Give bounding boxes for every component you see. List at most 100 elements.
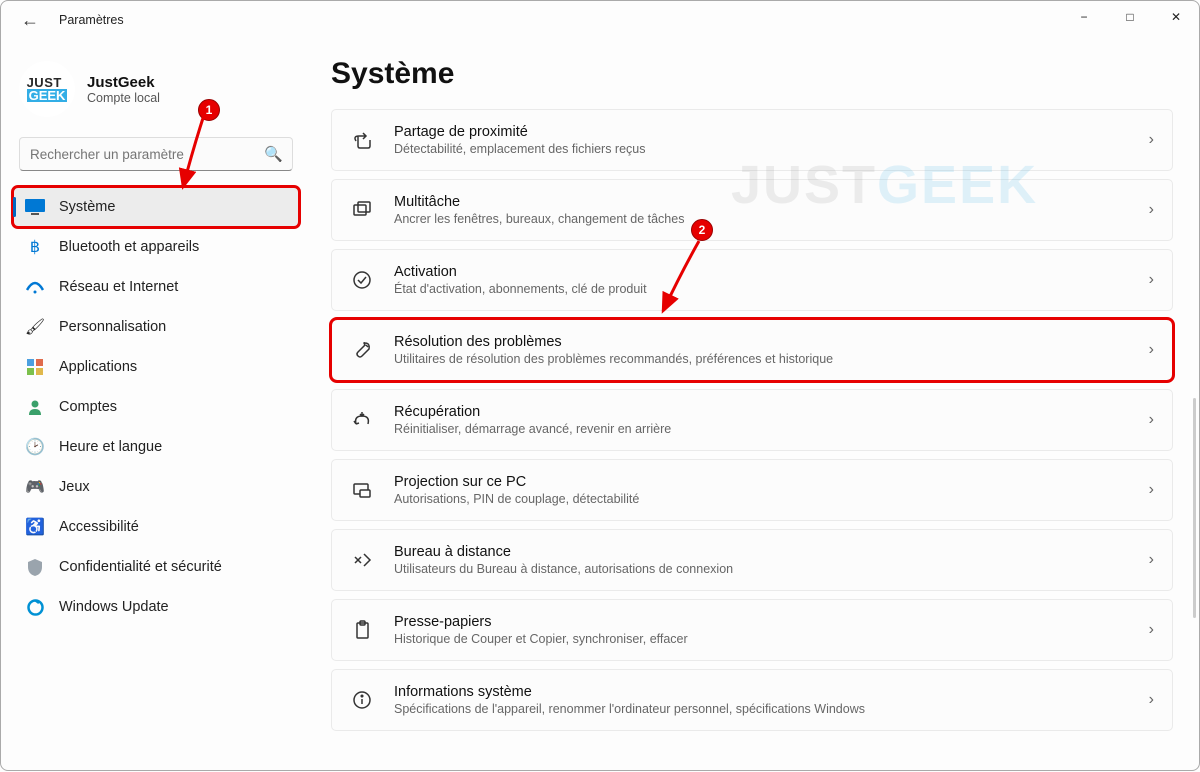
info-icon (350, 688, 374, 712)
card-sub: Historique de Couper et Copier, synchron… (394, 632, 1129, 646)
window-controls: − □ ✕ (1061, 1, 1199, 33)
card-recovery[interactable]: Récupération Réinitialiser, démarrage ava… (331, 389, 1173, 451)
annotation-badge-1: 1 (198, 99, 220, 121)
card-title: Bureau à distance (394, 544, 1129, 560)
card-sub: Autorisations, PIN de couplage, détectab… (394, 492, 1129, 506)
sidebar-item-accounts[interactable]: Comptes (13, 387, 299, 427)
close-button[interactable]: ✕ (1153, 1, 1199, 33)
card-projecting[interactable]: Projection sur ce PC Autorisations, PIN d… (331, 459, 1173, 521)
system-icon (25, 197, 45, 217)
sidebar-item-label: Windows Update (59, 599, 169, 615)
sidebar-item-label: Jeux (59, 479, 90, 495)
sidebar: JUST GEEK JustGeek Compte local 🔍 Systèm… (1, 39, 311, 772)
chevron-right-icon: › (1149, 481, 1154, 499)
sidebar-item-label: Confidentialité et sécurité (59, 559, 222, 575)
remote-icon (350, 548, 374, 572)
card-about[interactable]: Informations système Spécifications de l'… (331, 669, 1173, 731)
clipboard-icon (350, 618, 374, 642)
card-sub: Spécifications de l'appareil, renommer l… (394, 702, 1129, 716)
avatar: JUST GEEK (19, 61, 75, 117)
apps-icon (25, 357, 45, 377)
multitask-icon (350, 198, 374, 222)
page-title: Système (331, 57, 1173, 91)
card-title: Projection sur ce PC (394, 474, 1129, 490)
card-title: Partage de proximité (394, 124, 1129, 140)
title-bar: ← Paramètres (1, 1, 1199, 39)
nav-list: Système ฿ Bluetooth et appareils Réseau … (13, 187, 299, 627)
sidebar-item-label: Accessibilité (59, 519, 139, 535)
avatar-text-bottom: GEEK (27, 89, 68, 102)
chevron-right-icon: › (1149, 621, 1154, 639)
sidebar-item-network[interactable]: Réseau et Internet (13, 267, 299, 307)
back-button[interactable]: ← (21, 10, 41, 31)
card-title: Récupération (394, 404, 1129, 420)
card-remote-desktop[interactable]: Bureau à distance Utilisateurs du Bureau … (331, 529, 1173, 591)
clock-icon: 🕑 (25, 437, 45, 457)
sidebar-item-personalization[interactable]: 🖌 Personnalisation (13, 307, 299, 347)
accessibility-icon: ♿ (25, 517, 45, 537)
shield-icon (25, 557, 45, 577)
brush-icon: 🖌 (25, 317, 45, 337)
network-icon (25, 277, 45, 297)
sidebar-item-bluetooth[interactable]: ฿ Bluetooth et appareils (13, 227, 299, 267)
sidebar-item-apps[interactable]: Applications (13, 347, 299, 387)
card-clipboard[interactable]: Presse-papiers Historique de Couper et Co… (331, 599, 1173, 661)
sidebar-item-label: Comptes (59, 399, 117, 415)
chevron-right-icon: › (1149, 551, 1154, 569)
scrollbar-indicator[interactable] (1193, 398, 1196, 618)
card-sub: Utilisateurs du Bureau à distance, autor… (394, 562, 1129, 576)
chevron-right-icon: › (1149, 411, 1154, 429)
update-icon (25, 597, 45, 617)
check-circle-icon (350, 268, 374, 292)
sidebar-item-time[interactable]: 🕑 Heure et langue (13, 427, 299, 467)
project-icon (350, 478, 374, 502)
sidebar-item-gaming[interactable]: 🎮 Jeux (13, 467, 299, 507)
chevron-right-icon: › (1149, 341, 1154, 359)
account-block[interactable]: JUST GEEK JustGeek Compte local (19, 61, 299, 117)
sidebar-item-system[interactable]: Système (13, 187, 299, 227)
card-sub: Détectabilité, emplacement des fichiers … (394, 142, 1129, 156)
window-title: Paramètres (59, 13, 124, 27)
search-input[interactable] (19, 137, 293, 171)
sidebar-item-label: Système (59, 199, 115, 215)
chevron-right-icon: › (1149, 201, 1154, 219)
bluetooth-icon: ฿ (25, 237, 45, 257)
card-title: Informations système (394, 684, 1129, 700)
account-type: Compte local (87, 91, 160, 105)
chevron-right-icon: › (1149, 131, 1154, 149)
sidebar-item-label: Heure et langue (59, 439, 162, 455)
account-name: JustGeek (87, 74, 160, 91)
share-icon (350, 128, 374, 152)
sidebar-item-label: Applications (59, 359, 137, 375)
gamepad-icon: 🎮 (25, 477, 45, 497)
annotation-badge-2: 2 (691, 219, 713, 241)
card-title: Activation (394, 264, 1129, 280)
card-sub: État d'activation, abonnements, clé de p… (394, 282, 1129, 296)
main-content: Système Partage de proximité Détectabilit… (311, 39, 1199, 772)
card-sub: Ancrer les fenêtres, bureaux, changement… (394, 212, 1129, 226)
maximize-button[interactable]: □ (1107, 1, 1153, 33)
card-nearby-sharing[interactable]: Partage de proximité Détectabilité, empla… (331, 109, 1173, 171)
wrench-icon (350, 338, 374, 362)
sidebar-item-accessibility[interactable]: ♿ Accessibilité (13, 507, 299, 547)
card-sub: Utilitaires de résolution des problèmes … (394, 352, 1129, 366)
card-sub: Réinitialiser, démarrage avancé, revenir… (394, 422, 1129, 436)
person-icon (25, 397, 45, 417)
sidebar-item-privacy[interactable]: Confidentialité et sécurité (13, 547, 299, 587)
card-title: Résolution des problèmes (394, 334, 1129, 350)
sidebar-item-label: Personnalisation (59, 319, 166, 335)
search-icon: 🔍 (264, 145, 283, 163)
sidebar-item-label: Réseau et Internet (59, 279, 178, 295)
sidebar-item-update[interactable]: Windows Update (13, 587, 299, 627)
card-activation[interactable]: Activation État d'activation, abonnements… (331, 249, 1173, 311)
card-troubleshoot[interactable]: Résolution des problèmes Utilitaires de r… (331, 319, 1173, 381)
card-title: Presse-papiers (394, 614, 1129, 630)
card-multitasking[interactable]: Multitâche Ancrer les fenêtres, bureaux, … (331, 179, 1173, 241)
chevron-right-icon: › (1149, 271, 1154, 289)
recovery-icon (350, 408, 374, 432)
card-title: Multitâche (394, 194, 1129, 210)
minimize-button[interactable]: − (1061, 1, 1107, 33)
search-box[interactable]: 🔍 (19, 137, 293, 171)
chevron-right-icon: › (1149, 691, 1154, 709)
sidebar-item-label: Bluetooth et appareils (59, 239, 199, 255)
